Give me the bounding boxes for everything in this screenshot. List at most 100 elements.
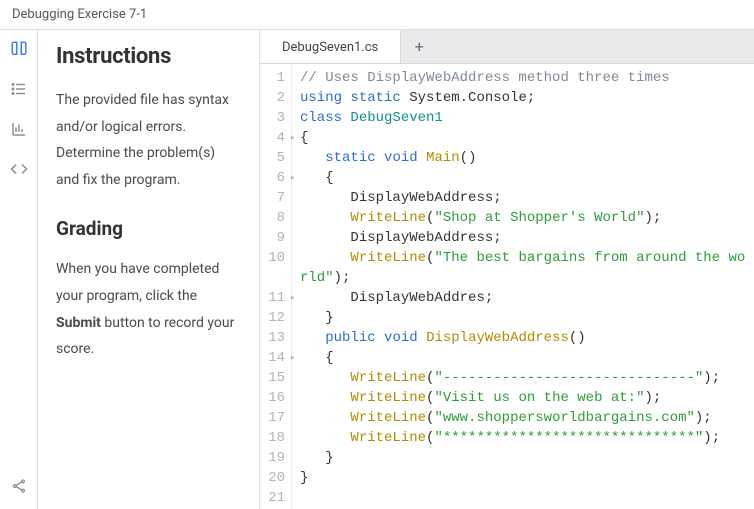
sidebar-iconbar	[0, 30, 38, 509]
fold-caret-icon[interactable]: ▸	[290, 128, 300, 148]
code-token: "******************************"	[434, 430, 703, 446]
list-icon[interactable]	[10, 80, 28, 98]
code-token: }	[300, 310, 334, 326]
code-line[interactable]: // Uses DisplayWebAddress method three t…	[300, 68, 746, 88]
plus-icon: +	[415, 37, 424, 56]
line-number: 4	[260, 128, 285, 148]
code-line[interactable]: ▸ {	[300, 168, 746, 188]
instructions-heading: Instructions	[56, 44, 241, 69]
code-line[interactable]: static void Main()	[300, 148, 746, 168]
code-token: );	[645, 390, 662, 406]
code-token: );	[695, 410, 712, 426]
code-line[interactable]: ▸{	[300, 128, 746, 148]
grading-body-pre: When you have completed your program, cl…	[56, 261, 219, 304]
code-token	[376, 330, 384, 346]
code-line[interactable]: ▸ {	[300, 348, 746, 368]
line-number: 8	[260, 208, 285, 228]
code-token: "Shop at Shopper's World"	[434, 210, 644, 226]
code-token	[401, 90, 409, 106]
share-icon[interactable]	[10, 477, 28, 495]
code-token: WriteLine	[350, 430, 426, 446]
code-line[interactable]	[300, 488, 746, 508]
line-number	[260, 268, 285, 288]
chart-icon[interactable]	[10, 120, 28, 138]
fold-caret-icon[interactable]: ▸	[290, 168, 300, 188]
code-token: public	[325, 330, 375, 346]
line-number: 17	[260, 408, 285, 428]
line-number: 1	[260, 68, 285, 88]
book-icon[interactable]	[10, 40, 28, 58]
code-token: "------------------------------"	[434, 370, 703, 386]
line-number: 5	[260, 148, 285, 168]
code-token: System.Console;	[409, 90, 535, 106]
code-token: "Visit us on the web at:"	[434, 390, 644, 406]
instructions-body: The provided file has syntax and/or logi…	[56, 87, 241, 193]
code-token: DisplayWebAddres;	[350, 290, 493, 306]
code-token: DisplayWebAddress	[426, 330, 569, 346]
code-line[interactable]: ▸ DisplayWebAddres;	[300, 288, 746, 308]
code-token: Main	[426, 150, 460, 166]
code-token: WriteLine	[350, 370, 426, 386]
code-token: );	[334, 270, 351, 286]
fold-caret-icon[interactable]: ▸	[290, 348, 300, 368]
line-number: 11	[260, 288, 285, 308]
code-token: static	[350, 90, 400, 106]
line-number: 14	[260, 348, 285, 368]
code-line[interactable]: DisplayWebAddress;	[300, 188, 746, 208]
page-title: Debugging Exercise 7-1	[12, 7, 147, 22]
code-token: );	[645, 210, 662, 226]
code-line[interactable]: using static System.Console;	[300, 88, 746, 108]
line-number-gutter: 123456789101112131415161718192021	[260, 64, 292, 509]
code-token	[300, 210, 350, 226]
line-number: 20	[260, 468, 285, 488]
code-token	[300, 390, 350, 406]
code-token	[300, 190, 350, 206]
code-token: ()	[460, 150, 477, 166]
line-number: 16	[260, 388, 285, 408]
line-number: 10	[260, 248, 285, 268]
code-line[interactable]: DisplayWebAddress;	[300, 228, 746, 248]
line-number: 9	[260, 228, 285, 248]
code-line[interactable]: public void DisplayWebAddress()	[300, 328, 746, 348]
code-token: // Uses DisplayWebAddress method three t…	[300, 70, 670, 86]
grading-heading: Grading	[56, 217, 241, 240]
line-number: 3	[260, 108, 285, 128]
code-line[interactable]: WriteLine("-----------------------------…	[300, 368, 746, 388]
line-number: 7	[260, 188, 285, 208]
line-number: 15	[260, 368, 285, 388]
code-line[interactable]: WriteLine("The best bargains from around…	[300, 248, 746, 288]
code-token	[418, 150, 426, 166]
code-token	[376, 150, 384, 166]
code-line[interactable]: }	[300, 468, 746, 488]
code-token: void	[384, 330, 418, 346]
new-tab-button[interactable]: +	[401, 30, 437, 63]
code-line[interactable]: WriteLine("*****************************…	[300, 428, 746, 448]
code-line[interactable]: }	[300, 308, 746, 328]
code-token: );	[703, 370, 720, 386]
code-token: DebugSeven1	[350, 110, 442, 126]
code-token: using	[300, 90, 342, 106]
code-line[interactable]: }	[300, 448, 746, 468]
line-number: 2	[260, 88, 285, 108]
line-number: 21	[260, 488, 285, 508]
tab-active-file[interactable]: DebugSeven1.cs	[260, 30, 401, 63]
code-token: {	[300, 170, 334, 186]
code-icon[interactable]	[10, 160, 28, 178]
code-token: static	[325, 150, 375, 166]
code-token	[300, 230, 350, 246]
line-number: 19	[260, 448, 285, 468]
code-line[interactable]: class DebugSeven1	[300, 108, 746, 128]
code-token	[300, 370, 350, 386]
code-token: }	[300, 450, 334, 466]
code-line[interactable]: WriteLine("Shop at Shopper's World");	[300, 208, 746, 228]
code-line[interactable]: WriteLine("Visit us on the web at:");	[300, 388, 746, 408]
code-editor[interactable]: 123456789101112131415161718192021 // Use…	[260, 64, 754, 509]
code-token	[300, 150, 325, 166]
code-token	[300, 330, 325, 346]
code-line[interactable]: WriteLine("www.shoppersworldbargains.com…	[300, 408, 746, 428]
main-layout: Instructions The provided file has synta…	[0, 30, 754, 509]
fold-caret-icon[interactable]: ▸	[290, 288, 300, 308]
page-header: Debugging Exercise 7-1	[0, 0, 754, 30]
code-content[interactable]: // Uses DisplayWebAddress method three t…	[292, 64, 754, 509]
code-token	[300, 430, 350, 446]
